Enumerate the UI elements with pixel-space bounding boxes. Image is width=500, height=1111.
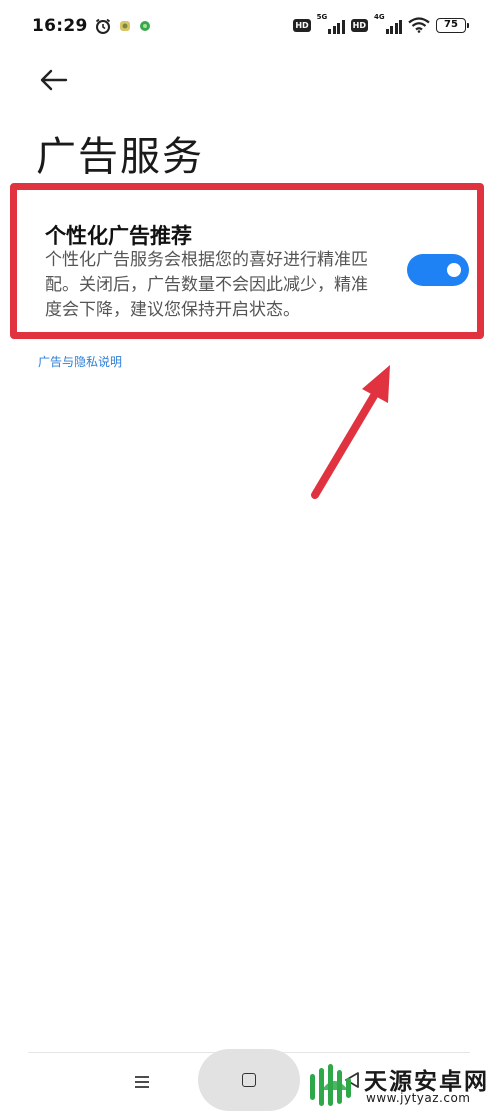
watermark-url: www.jytyaz.com [366,1091,471,1105]
page-title: 广告服务 [36,134,204,180]
arrow-left-icon [40,69,68,91]
watermark: 天源安卓网 www.jytyaz.com [304,1058,500,1111]
status-time: 16:29 [32,16,88,36]
home-square-icon [242,1073,256,1087]
home-button[interactable] [198,1049,300,1111]
battery-indicator: 75 [436,17,469,33]
alarm-icon [95,18,110,34]
back-button[interactable] [36,62,72,98]
status-left: 16:29 [32,16,152,36]
personalized-ads-toggle[interactable] [407,254,469,286]
signal-5g-icon: 5G [316,13,345,34]
network-label-1: 5G [316,13,328,21]
ad-privacy-link[interactable]: 广告与隐私说明 [38,353,122,370]
toggle-knob [447,263,461,277]
recent-apps-button[interactable] [130,1070,154,1094]
status-bar: 16:29 HD 5G HD 4G 75 [0,0,500,56]
menu-icon [135,1076,149,1088]
wechat-notification-icon [139,21,150,31]
wifi-icon [408,17,430,33]
setting-description: 个性化广告服务会根据您的喜好进行精准匹配。关闭后，广告数量不会因此减少，精准度会… [45,250,368,320]
personalized-ads-setting[interactable]: 个性化广告推荐 个性化广告服务会根据您的喜好进行精准匹配。关闭后，广告数量不会因… [10,183,484,339]
network-label-2: 4G [374,13,385,21]
signal-4g-icon: 4G [374,13,402,34]
annotation-arrow-icon [311,365,390,499]
app-notification-icon [119,21,130,31]
status-right: HD 5G HD 4G 75 [293,13,469,34]
android-logo-icon [310,1064,351,1106]
hd-badge-2: HD [350,18,368,32]
setting-title: 个性化广告推荐 [45,224,192,248]
hd-badge-1: HD [293,18,311,32]
